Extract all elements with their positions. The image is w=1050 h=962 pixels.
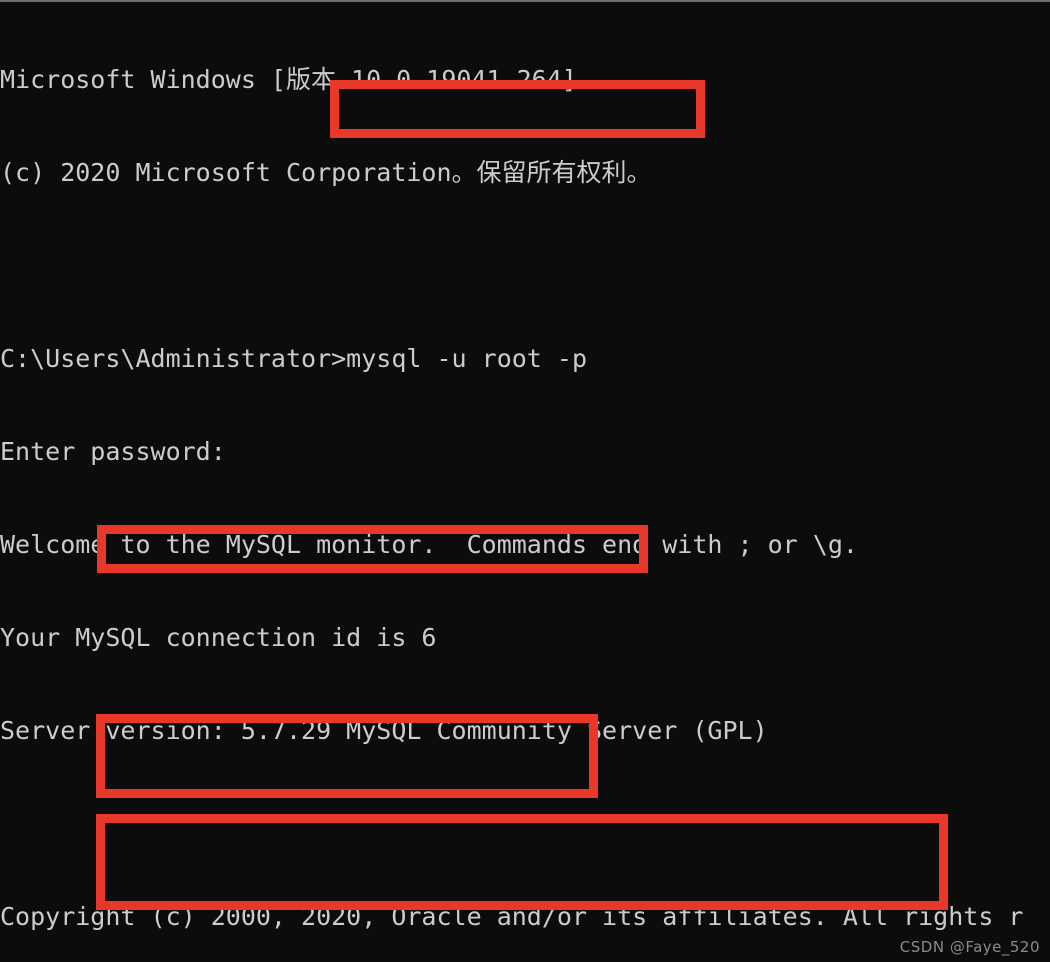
console-line-copyright: Copyright (c) 2000, 2020, Oracle and/or …: [0, 902, 1024, 931]
console-line-login-command: C:\Users\Administrator>mysql -u root -p: [0, 344, 587, 373]
console-line: Your MySQL connection id is 6: [0, 623, 437, 652]
command-prompt-window[interactable]: Microsoft Windows [版本 10.0.19041.264] (c…: [0, 0, 1050, 962]
console-line: Welcome to the MySQL monitor. Commands e…: [0, 530, 858, 559]
watermark: CSDN @Faye_520: [899, 938, 1040, 956]
console-line: Microsoft Windows [版本 10.0.19041.264]: [0, 65, 577, 94]
console-line: (c) 2020 Microsoft Corporation。保留所有权利。: [0, 158, 652, 187]
console-line: Server version: 5.7.29 MySQL Community S…: [0, 716, 768, 745]
console-line-password-prompt: Enter password:: [0, 437, 226, 466]
console-output[interactable]: Microsoft Windows [版本 10.0.19041.264] (c…: [0, 2, 1050, 962]
